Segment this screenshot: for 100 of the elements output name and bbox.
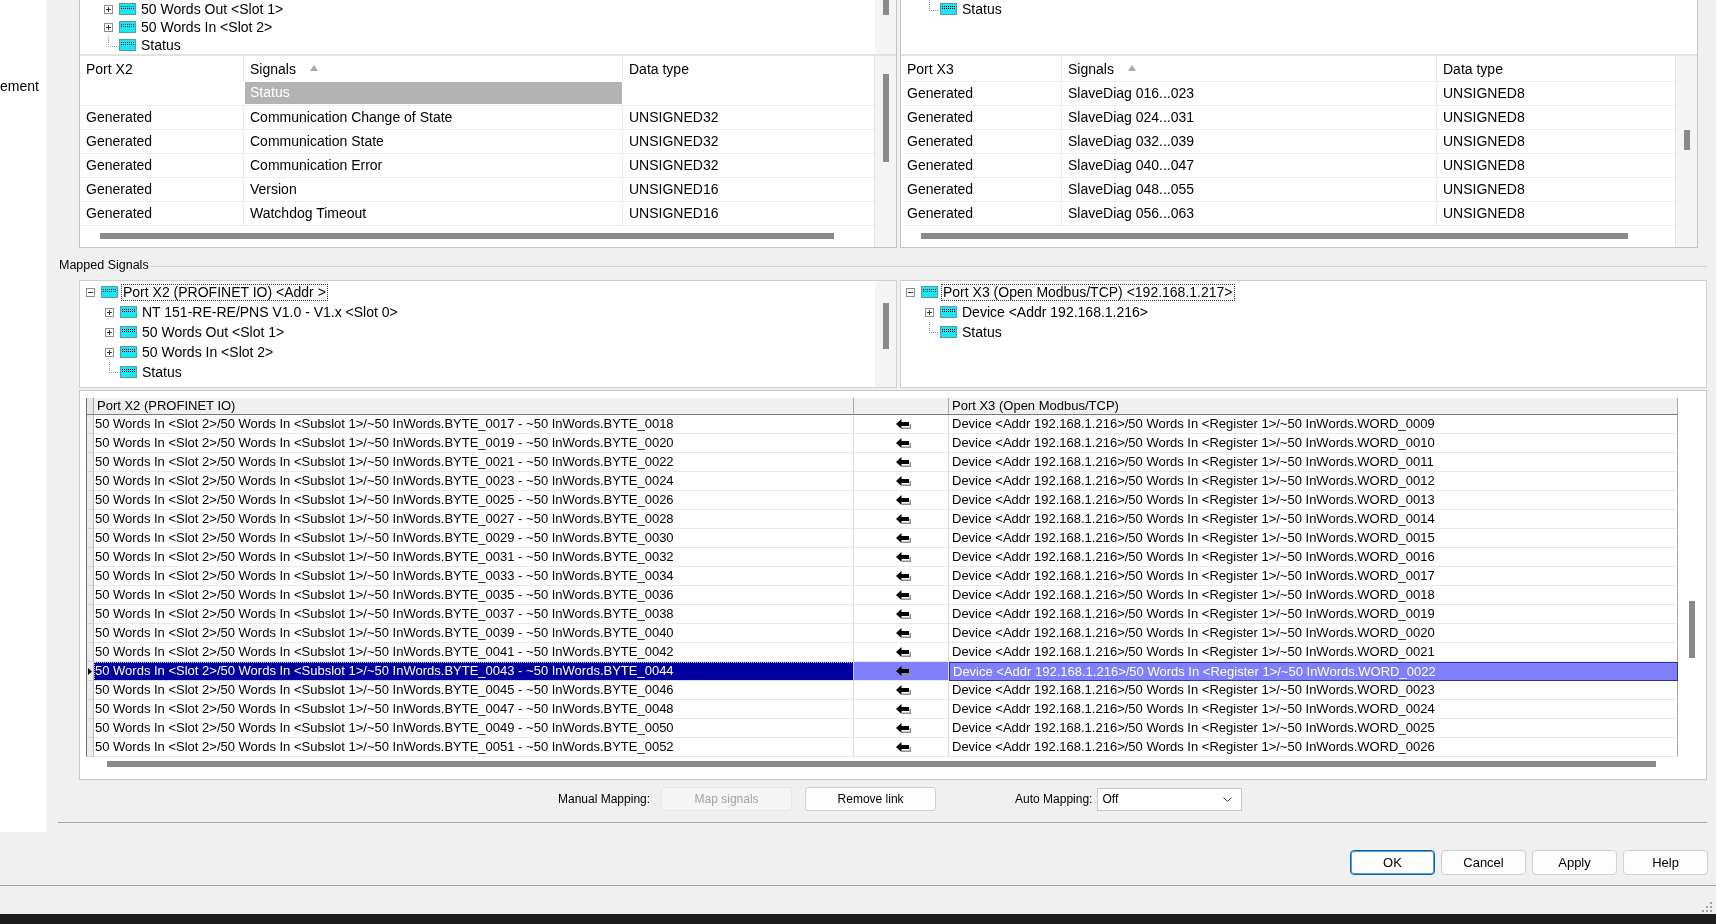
table-cell: UNSIGNED8 (1437, 106, 1675, 130)
table-cell: SlaveDiag 048...055 (1062, 178, 1437, 202)
arrow-left-icon (896, 628, 911, 638)
block-icon (120, 346, 137, 358)
column-header[interactable]: Port X3 (901, 56, 1062, 82)
arrow-left-icon (896, 476, 911, 486)
tree-item[interactable]: Status (960, 0, 1004, 18)
arrow-left-icon (896, 533, 911, 543)
tree-item[interactable]: Status (960, 323, 1004, 341)
table-cell: UNSIGNED8 (1437, 178, 1675, 202)
table-cell: Device <Addr 192.168.1.216>/50 Words In <Register 1>/~50 InWords.WORD_0010 (949, 434, 1678, 453)
tree-line (109, 362, 119, 373)
table-cell: Device <Addr 192.168.1.216>/50 Words In <Register 1>/~50 InWords.WORD_0011 (949, 453, 1678, 472)
expand-icon[interactable] (105, 307, 114, 317)
tree-line (108, 36, 118, 47)
table-cell: Device <Addr 192.168.1.216>/50 Words In <Register 1>/~50 InWords.WORD_0012 (949, 472, 1678, 491)
table-cell: SlaveDiag 040...047 (1062, 154, 1437, 178)
arrow-left-icon (896, 723, 911, 733)
scrollbar-thumb[interactable] (882, 303, 889, 349)
table-cell: Communication State (244, 130, 623, 154)
table-cell: 50 Words In <Slot 2>/50 Words In <Subslot 1>/~50 InWords.BYTE_0027 - ~50 InWords.BYTE_0028 (94, 510, 854, 529)
table-cell: 50 Words In <Slot 2>/50 Words In <Subslot 1>/~50 InWords.BYTE_0023 - ~50 InWords.BYTE_0024 (94, 472, 854, 491)
table-cell: UNSIGNED8 (1437, 130, 1675, 154)
column-header[interactable]: Port X2 (PROFINET IO) (94, 398, 854, 415)
table-cell: Device <Addr 192.168.1.216>/50 Words In <Register 1>/~50 InWords.WORD_0023 (949, 681, 1678, 700)
arrow-left-icon (896, 495, 911, 505)
arrow-left-icon (896, 590, 911, 600)
expand-icon[interactable] (925, 307, 934, 317)
tree-item[interactable]: Status (140, 363, 184, 381)
tree-item[interactable]: 50 Words In <Slot 2> (139, 18, 275, 36)
expand-icon[interactable] (104, 4, 113, 14)
resize-grip-icon[interactable] (1702, 902, 1712, 912)
scrollbar-thumb[interactable] (882, 74, 889, 162)
block-icon (940, 326, 957, 338)
table-cell: UNSIGNED32 (623, 154, 874, 178)
expand-icon[interactable] (105, 347, 114, 357)
arrow-left-icon (896, 457, 911, 467)
table-cell: 50 Words In <Slot 2>/50 Words In <Subslot 1>/~50 InWords.BYTE_0019 - ~50 InWords.BYTE_0020 (94, 434, 854, 453)
table-cell: 50 Words In <Slot 2>/50 Words In <Subslot 1>/~50 InWords.BYTE_0039 - ~50 InWords.BYTE_0040 (94, 624, 854, 643)
scrollbar-thumb[interactable] (882, 0, 889, 15)
column-header[interactable]: Port X3 (Open Modbus/TCP) (949, 398, 1678, 415)
dialog-button[interactable]: OK (1350, 850, 1435, 875)
scrollbar-thumb[interactable] (1689, 601, 1695, 658)
table-cell: Generated (901, 82, 1062, 106)
tree-item[interactable]: NT 151-RE-RE/PNS V1.0 - V1.x <Slot 0> (140, 303, 400, 321)
scrollbar-thumb[interactable] (100, 233, 834, 239)
table-cell: 50 Words In <Slot 2>/50 Words In <Subslot 1>/~50 InWords.BYTE_0033 - ~50 InWords.BYTE_0034 (94, 567, 854, 586)
table-cell: 50 Words In <Slot 2>/50 Words In <Subslot 1>/~50 InWords.BYTE_0035 - ~50 InWords.BYTE_0036 (94, 586, 854, 605)
table-cell: Device <Addr 192.168.1.216>/50 Words In <Register 1>/~50 InWords.WORD_0009 (949, 415, 1678, 434)
table-cell: SlaveDiag 016...023 (1062, 82, 1437, 106)
table-cell: Device <Addr 192.168.1.216>/50 Words In <Register 1>/~50 InWords.WORD_0017 (949, 567, 1678, 586)
table-cell: UNSIGNED8 (1437, 82, 1675, 106)
collapse-icon[interactable] (86, 287, 95, 297)
column-header[interactable]: Data type (623, 56, 874, 82)
scrollbar-thumb[interactable] (1683, 130, 1690, 150)
collapse-icon[interactable] (906, 287, 915, 297)
expand-icon[interactable] (105, 327, 114, 337)
table-cell: UNSIGNED8 (1437, 154, 1675, 178)
dialog-button[interactable]: Apply (1532, 850, 1617, 875)
table-cell: UNSIGNED16 (623, 202, 874, 226)
tree-item[interactable]: Port X3 (Open Modbus/TCP) <192.168.1.217> (941, 283, 1235, 301)
table-cell: Device <Addr 192.168.1.216>/50 Words In <Register 1>/~50 InWords.WORD_0019 (949, 605, 1678, 624)
tree-item[interactable]: Device <Addr 192.168.1.216> (960, 303, 1151, 321)
block-icon (940, 306, 957, 318)
table-cell: 50 Words In <Slot 2>/50 Words In <Subslot 1>/~50 InWords.BYTE_0047 - ~50 InWords.BYTE_0048 (94, 700, 854, 719)
tree-item[interactable]: 50 Words Out <Slot 1> (140, 323, 287, 341)
group-header: Status (245, 82, 622, 104)
tree-item[interactable]: Port X2 (PROFINET IO) <Addr > (121, 283, 328, 301)
tree-item[interactable]: Status (139, 36, 183, 54)
expand-icon[interactable] (104, 22, 113, 32)
block-icon (120, 366, 137, 378)
table-cell: 50 Words In <Slot 2>/50 Words In <Subslot 1>/~50 InWords.BYTE_0045 - ~50 InWords.BYTE_0046 (94, 681, 854, 700)
arrow-left-icon (896, 514, 911, 524)
table-cell: Device <Addr 192.168.1.216>/50 Words In <Register 1>/~50 InWords.WORD_0020 (949, 624, 1678, 643)
table-cell: UNSIGNED32 (623, 130, 874, 154)
table-cell: Generated (80, 178, 244, 202)
dropdown[interactable]: Off (1097, 787, 1243, 811)
dialog-button[interactable]: Cancel (1441, 850, 1526, 875)
column-header[interactable]: Data type (1437, 56, 1675, 82)
dialog-button[interactable]: Help (1623, 850, 1708, 875)
table-cell: Device <Addr 192.168.1.216>/50 Words In <Register 1>/~50 InWords.WORD_0013 (949, 491, 1678, 510)
tree-item[interactable]: 50 Words In <Slot 2> (140, 343, 276, 361)
arrow-left-icon (896, 666, 911, 676)
block-icon (921, 286, 938, 298)
table-cell: Device <Addr 192.168.1.216>/50 Words In <Register 1>/~50 InWords.WORD_0022 (949, 662, 1678, 681)
table-cell: 50 Words In <Slot 2>/50 Words In <Subslot 1>/~50 InWords.BYTE_0025 - ~50 InWords.BYTE_0026 (94, 491, 854, 510)
table-cell: UNSIGNED8 (1437, 202, 1675, 226)
table-cell: Watchdog Timeout (244, 202, 623, 226)
table-cell: Generated (80, 130, 244, 154)
tree-line (929, 0, 939, 11)
column-header[interactable]: Port X2 (80, 56, 244, 82)
block-icon (119, 39, 136, 51)
column-header[interactable]: Signals (1062, 56, 1437, 82)
action-button[interactable]: Remove link (805, 787, 937, 811)
arrow-left-icon (896, 609, 911, 619)
scrollbar-thumb[interactable] (921, 233, 1628, 239)
table-cell: SlaveDiag 024...031 (1062, 106, 1437, 130)
row-header[interactable] (86, 662, 94, 681)
tree-item[interactable]: 50 Words Out <Slot 1> (139, 0, 286, 18)
scrollbar-thumb[interactable] (107, 761, 1656, 767)
